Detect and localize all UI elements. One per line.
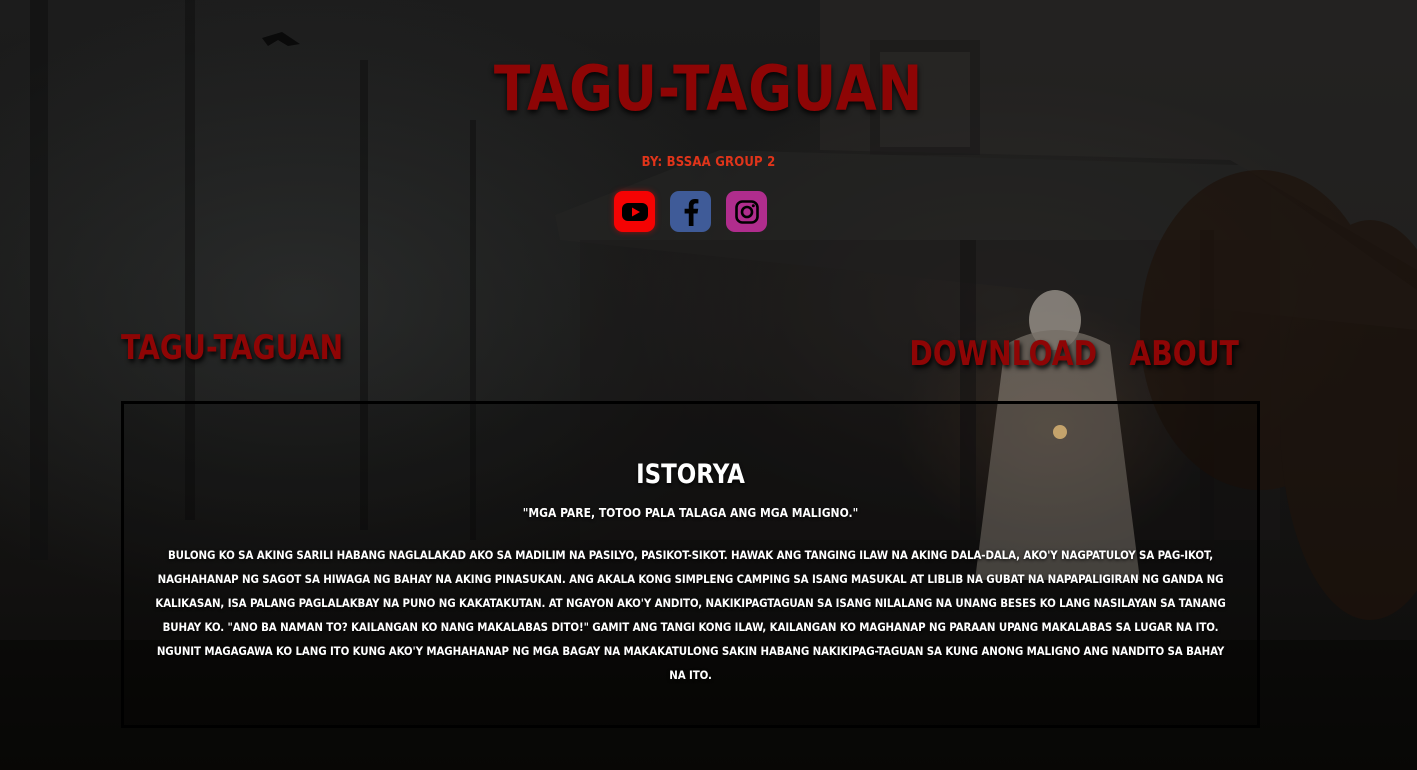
story-quote: "MGA PARE, TOTOO PALA TALAGA ANG MGA MAL… [522,506,859,520]
social-links [614,191,767,232]
instagram-button[interactable] [726,191,767,232]
page-title: TAGU-TAGUAN [493,52,924,125]
youtube-icon [621,202,648,221]
byline: BY: BSSAA GROUP 2 [641,155,776,170]
nav-links: DOWNLOAD ABOUT [871,334,1239,374]
nav-download-link[interactable]: DOWNLOAD [909,334,1097,374]
story-box: ISTORYA "MGA PARE, TOTOO PALA TALAGA ANG… [121,401,1260,728]
story-body: BULONG KO SA AKING SARILI HABANG NAGLALA… [155,548,1226,682]
story-heading: ISTORYA [636,459,745,490]
facebook-button[interactable] [670,191,711,232]
youtube-button[interactable] [614,191,655,232]
crow-silhouette [262,32,300,46]
facebook-icon [684,198,698,226]
instagram-icon [734,199,759,224]
nav-about-link[interactable]: ABOUT [1129,334,1239,374]
nav-logo[interactable]: TAGU-TAGUAN [121,328,343,368]
